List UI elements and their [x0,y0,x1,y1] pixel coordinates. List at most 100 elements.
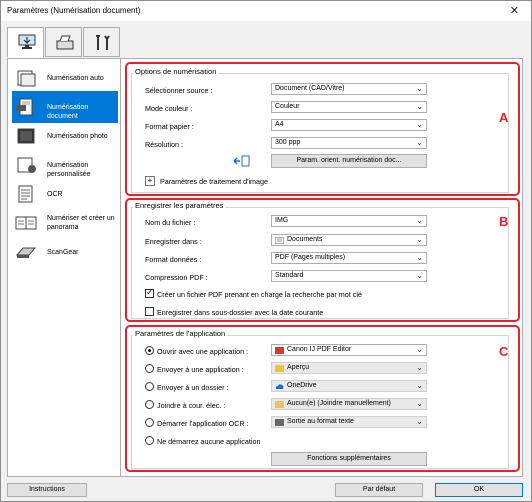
pdf-compression-label: Compression PDF : [145,273,208,282]
chevron-down-icon: ⌄ [416,216,423,225]
panorama-icon [15,216,37,230]
expand-icon[interactable]: + [145,176,155,186]
title-bar: Paramètres (Numérisation document) ✕ [1,1,531,21]
pdf-compression-value: Standard [275,272,304,279]
chevron-down-icon: ⌄ [416,120,423,129]
scan-options-section: Options de numérisation A Sélectionner s… [125,62,520,196]
open-app-select[interactable]: Canon IJ PDF Editor ⌄ [271,344,427,356]
chevron-down-icon: ⌄ [416,345,423,354]
sidebar-item-ocr[interactable]: OCR [12,178,118,210]
sidebar-item-label: ScanGear [47,249,79,256]
chevron-down-icon: ⌄ [416,84,423,93]
panorama-label-line1: Numériser et créer un [47,215,115,222]
ocr-app-select[interactable]: Sortie au format texte ⌄ [271,416,427,428]
orientation-settings-button[interactable]: Param. orient. numérisation doc... [271,154,427,168]
subfolder-checkbox[interactable] [145,307,154,316]
open-app-radio[interactable] [145,346,154,355]
paper-size-label: Format papier : [145,122,194,131]
save-in-label: Enregistrer dans : [145,237,202,246]
send-app-label: Envoyer à une application : [157,365,244,374]
sidebar-item-label: Numériser et créer un panorama [47,214,115,232]
panorama-label-line2: panorama [47,224,79,231]
send-folder-value: OneDrive [287,382,317,389]
source-select[interactable]: Document (CAD/Vitre) ⌄ [271,83,427,95]
data-format-label: Format données : [145,255,202,264]
sidebar-item-panorama[interactable]: Numériser et créer un panorama [12,207,118,239]
no-app-radio[interactable] [145,436,154,445]
instructions-button[interactable]: Instructions [7,483,87,497]
sidebar-item-photo-scan[interactable]: Numérisation photo [12,120,118,152]
sidebar-item-label: Numérisation personnalisée [47,162,91,178]
filename-input[interactable]: IMG ⌄ [271,215,427,227]
sidebar-item-custom-scan[interactable]: Numérisation personnalisée [12,149,118,181]
ocr-icon [18,185,33,203]
defaults-button[interactable]: Par défaut [335,483,423,497]
computer-scan-icon [18,34,36,49]
chevron-down-icon: ⌄ [416,138,423,147]
mail-icon [275,401,284,408]
section-letter-a: A [499,110,509,125]
more-functions-button[interactable]: Fonctions supplémentaires [271,452,427,466]
save-settings-section: Enregistrer les paramètres B Nom du fich… [125,198,520,322]
email-select[interactable]: Aucun(e) (Joindre manuellement) ⌄ [271,398,427,410]
ocr-app-label: Démarrer l'application OCR : [157,419,249,428]
send-app-radio[interactable] [145,364,154,373]
ok-button[interactable]: OK [435,483,523,497]
chevron-down-icon: ⌄ [416,363,423,372]
photo-scan-icon [17,128,35,144]
save-in-select[interactable]: Documents ⌄ [271,234,427,246]
custom-scan-icon [17,157,36,173]
tab-general-settings[interactable] [83,27,120,57]
close-icon[interactable]: ✕ [510,4,519,17]
pdf-compression-select[interactable]: Standard ⌄ [271,270,427,282]
send-folder-select[interactable]: OneDrive ⌄ [271,380,427,392]
send-app-value: Aperçu [287,364,310,371]
tab-scan-from-panel[interactable] [45,27,82,57]
paper-size-select[interactable]: A4 ⌄ [271,119,427,131]
sidebar-item-label: Numérisation document [47,104,89,120]
chevron-down-icon: ⌄ [416,271,423,280]
text-output-icon [275,419,284,426]
filename-value: IMG [275,217,289,224]
email-radio[interactable] [145,400,154,409]
chevron-down-icon: ⌄ [416,235,423,244]
searchable-pdf-checkbox[interactable] [145,287,154,298]
chevron-down-icon: ⌄ [416,399,423,408]
filename-label: Nom du fichier : [145,218,196,227]
app-settings-section: Paramètres de l'application C Ouvrir ave… [125,325,520,472]
app-settings-title: Paramètres de l'application [133,329,228,338]
scanner-icon [56,35,74,50]
subfolder-label: Enregistrer dans sous-dossier avec la da… [157,308,324,317]
email-value: Aucun(e) (Joindre manuellement) [287,400,391,407]
data-format-select[interactable]: PDF (Pages multiples) ⌄ [271,252,427,264]
chevron-down-icon: ⌄ [416,417,423,426]
section-letter-b: B [499,214,509,229]
window-title: Paramètres (Numérisation document) [7,6,141,15]
image-processing-label[interactable]: Paramètres de traitement d'image [160,177,268,186]
paper-size-value: A4 [275,121,284,128]
color-mode-select[interactable]: Couleur ⌄ [271,101,427,113]
save-in-value: Documents [287,236,323,243]
scan-mode-sidebar: Numérisation auto Numérisation document … [7,58,121,477]
sidebar-item-document-scan[interactable]: Numérisation document [12,91,118,123]
source-value: Document (CAD/Vitre) [275,85,345,92]
tab-scan-from-computer[interactable] [7,27,44,58]
resolution-value: 300 ppp [275,139,301,146]
auto-scan-icon [17,70,36,87]
resolution-select[interactable]: 300 ppp ⌄ [271,137,427,149]
send-folder-label: Envoyer à un dossier : [157,383,229,392]
send-app-select[interactable]: Aperçu ⌄ [271,362,427,374]
ocr-app-value: Sortie au format texte [287,418,354,425]
searchable-pdf-label: Créer un fichier PDF prenant en charge l… [157,290,362,299]
pdf-editor-icon [275,347,284,354]
preview-app-icon [275,365,284,372]
sidebar-item-auto-scan[interactable]: Numérisation auto [12,62,118,94]
chevron-down-icon: ⌄ [416,102,423,111]
email-label: Joindre à cour. élec. : [157,401,226,410]
scan-options-title: Options de numérisation [133,67,219,76]
sidebar-item-scangear[interactable]: ScanGear [12,236,118,268]
ocr-app-radio[interactable] [145,418,154,427]
send-folder-radio[interactable] [145,382,154,391]
settings-window: Paramètres (Numérisation document) ✕ Num… [0,0,532,502]
footer-bar: Instructions Par défaut OK [1,479,531,501]
